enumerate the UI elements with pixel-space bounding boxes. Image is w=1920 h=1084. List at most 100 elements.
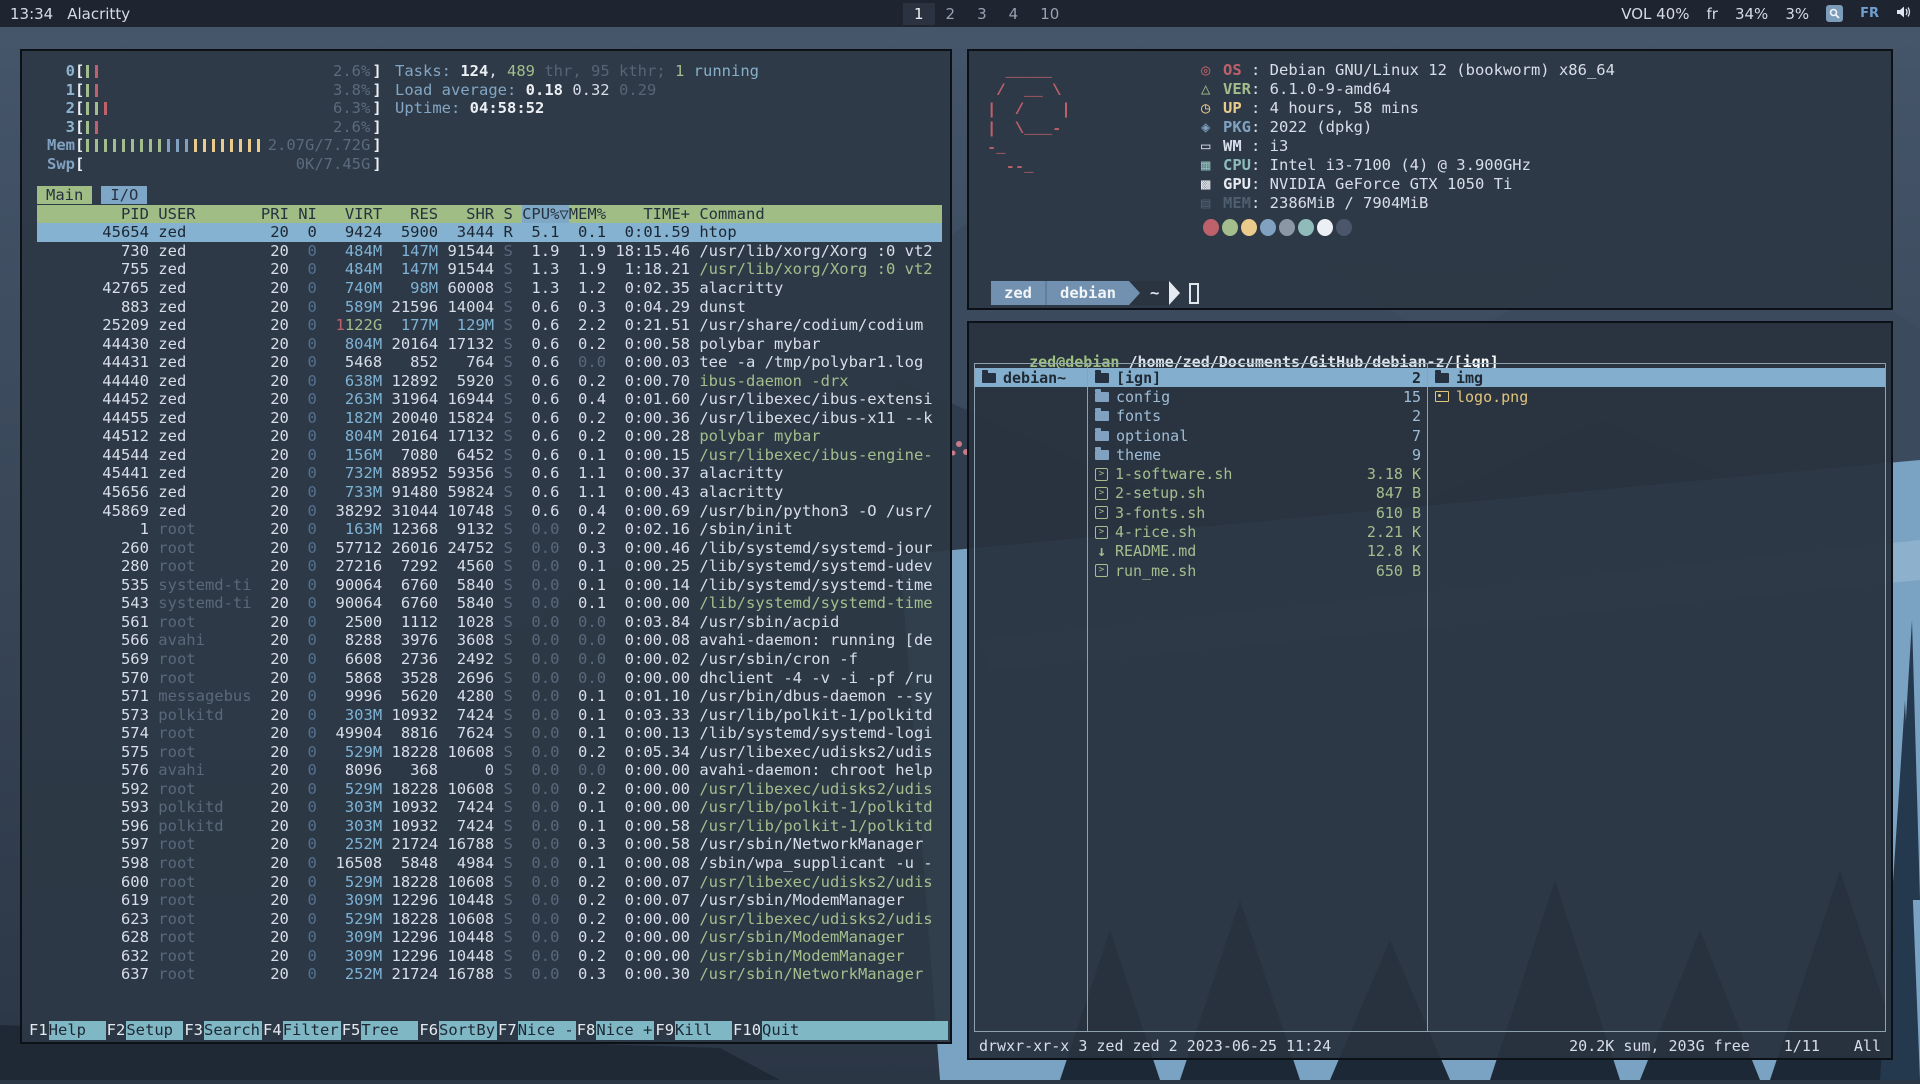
htop-screen-tabs[interactable]: Main I/O [37,186,944,205]
process-row-628[interactable]: 628 root 20 0 309M 12296 10448 S 0.0 0.2… [37,928,944,947]
process-row-593[interactable]: 593 polkitd 20 0 303M 10932 7424 S 0.0 0… [37,798,944,817]
load-average-line: Load average: 0.18 0.32 0.29 [395,81,759,100]
file-item-config[interactable]: config15 [1088,387,1427,406]
terminal-cursor[interactable] [1189,283,1199,304]
file-item-4-rice.sh[interactable]: >4-rice.sh2.21 K [1088,522,1427,541]
process-row-260[interactable]: 260 root 20 0 57712 26016 24752 S 0.0 0.… [37,539,944,558]
file-item-theme[interactable]: theme9 [1088,445,1427,464]
fkey-f3-search[interactable]: F3Search [183,1021,262,1040]
shell-prompt[interactable]: zed debian ~ [991,281,1199,305]
vifm-file-manager-window[interactable]: zed@debian /home/zed/Documents/GitHub/de… [967,321,1893,1060]
preview-pane[interactable]: imglogo.png [1428,364,1885,1031]
process-row-45656[interactable]: 45656 zed 20 0 733M 91480 59824 S 0.6 1.… [37,483,944,502]
process-row-575[interactable]: 575 root 20 0 529M 18228 10608 S 0.0 0.2… [37,743,944,762]
fkey-f10-quit[interactable]: F10Quit [732,1021,948,1040]
workspace-button-4[interactable]: 4 [998,3,1030,25]
file-item-logo.png[interactable]: logo.png [1428,387,1885,406]
fkey-f8-nice+[interactable]: F8Nice + [576,1021,655,1040]
process-row-571[interactable]: 571 messagebus 20 0 9996 5620 4280 S 0.0… [37,687,944,706]
tab-main[interactable]: Main [37,186,92,204]
function-key-bar[interactable]: F1HelpF2SetupF3SearchF4FilterF5TreeF6Sor… [24,1021,948,1040]
process-row-535[interactable]: 535 systemd-ti 20 0 90064 6760 5840 S 0.… [37,576,944,595]
vifm-status-bar: drwxr-xr-x 3 zed zed 2 2023-06-25 11:24 … [979,1037,1881,1055]
keyboard-layout-indicator[interactable]: FR [1860,6,1879,21]
process-row-45441[interactable]: 45441 zed 20 0 732M 88952 59356 S 0.6 1.… [37,464,944,483]
process-row-598[interactable]: 598 root 20 0 16508 5848 4984 S 0.0 0.1 … [37,854,944,873]
workspace-button-10[interactable]: 10 [1029,3,1070,25]
process-row-592[interactable]: 592 root 20 0 529M 18228 10608 S 0.0 0.2… [37,780,944,799]
process-row-44544[interactable]: 44544 zed 20 0 156M 7080 6452 S 0.6 0.1 … [37,446,944,465]
parent-directory-pane[interactable]: debian~ [975,364,1088,1031]
file-item-ign[interactable]: [ign]2 [1088,368,1427,387]
workspace-switcher[interactable]: 123410 [903,3,1070,25]
file-item-README.md[interactable]: ↓README.md12.8 K [1088,542,1427,561]
process-row-561[interactable]: 561 root 20 0 2500 1112 1028 S 0.0 0.0 0… [37,613,944,632]
process-row-570[interactable]: 570 root 20 0 5868 3528 2696 S 0.0 0.0 0… [37,669,944,688]
process-row-730[interactable]: 730 zed 20 0 484M 147M 91544 S 1.9 1.9 1… [37,242,944,261]
speaker-icon[interactable] [1896,5,1912,23]
process-row-573[interactable]: 573 polkitd 20 0 303M 10932 7424 S 0.0 0… [37,706,944,725]
vifm-panes: debian~ [ign]2config15fonts2optional7the… [974,363,1886,1032]
workspace-button-2[interactable]: 2 [935,3,967,25]
process-row-543[interactable]: 543 systemd-ti 20 0 90064 6760 5840 S 0.… [37,594,944,613]
fkey-f4-filter[interactable]: F4Filter [262,1021,341,1040]
kernel-icon: △ [1201,80,1223,98]
process-row-569[interactable]: 569 root 20 0 6608 2736 2492 S 0.0 0.0 0… [37,650,944,669]
process-row-600[interactable]: 600 root 20 0 529M 18228 10608 S 0.0 0.2… [37,873,944,892]
process-row-1[interactable]: 1 root 20 0 163M 12368 9132 S 0.0 0.2 0:… [37,520,944,539]
process-row-280[interactable]: 280 root 20 0 27216 7292 4560 S 0.0 0.1 … [37,557,944,576]
file-item-1-software.sh[interactable]: >1-software.sh3.18 K [1088,464,1427,483]
file-item-debian~[interactable]: debian~ [975,368,1087,387]
file-item-run_me.sh[interactable]: >run_me.sh650 B [1088,561,1427,580]
process-row-574[interactable]: 574 root 20 0 49904 8816 7624 S 0.0 0.1 … [37,724,944,743]
tab-io[interactable]: I/O [101,186,147,204]
process-row-44512[interactable]: 44512 zed 20 0 804M 20164 17132 S 0.6 0.… [37,427,944,446]
process-row-44440[interactable]: 44440 zed 20 0 638M 12892 5920 S 0.6 0.2… [37,372,944,391]
file-permissions: drwxr-xr-x 3 zed zed 2 2023-06-25 11:24 [979,1037,1331,1055]
file-item-optional[interactable]: optional7 [1088,426,1427,445]
process-row-25209[interactable]: 25209 zed 20 0 1122G 177M 129M S 0.6 2.2… [37,316,944,335]
process-table-header[interactable]: PID USER PRI NI VIRT RES SHR S CPU%▽MEM%… [37,205,942,224]
file-item-img[interactable]: img [1428,368,1885,387]
file-item-3-fonts.sh[interactable]: >3-fonts.sh610 B [1088,503,1427,522]
process-row-44452[interactable]: 44452 zed 20 0 263M 31964 16944 S 0.6 0.… [37,390,944,409]
process-table[interactable]: 45654 zed 20 0 9424 5900 3444 R 5.1 0.1 … [37,223,944,983]
terminal-color-palette [1203,219,1352,236]
fkey-f7-nice-[interactable]: F7Nice - [497,1021,576,1040]
tray-icon[interactable] [1826,5,1843,22]
fkey-f2-setup[interactable]: F2Setup [106,1021,184,1040]
process-row-44431[interactable]: 44431 zed 20 0 5468 852 764 S 0.6 0.0 0:… [37,353,944,372]
workspace-button-1[interactable]: 1 [903,3,935,25]
process-row-45869[interactable]: 45869 zed 20 0 38292 31044 10748 S 0.6 0… [37,502,944,521]
fetch-terminal-window[interactable]: _____ / __ \ | / | | \___- -_ --_ ◎OS : … [967,49,1893,310]
file-item-2-setup.sh[interactable]: >2-setup.sh847 B [1088,484,1427,503]
process-row-632[interactable]: 632 root 20 0 309M 12296 10448 S 0.0 0.2… [37,947,944,966]
htop-terminal-window[interactable]: 0[2.6%]1[3.8%]2[6.3%]3[2.6%]Mem[2.07G/7.… [20,49,952,1044]
gpu-icon: ▩ [1201,175,1223,193]
process-row-566[interactable]: 566 avahi 20 0 8288 3976 3608 S 0.0 0.0 … [37,631,944,650]
process-row-619[interactable]: 619 root 20 0 309M 12296 10448 S 0.0 0.2… [37,891,944,910]
process-row-597[interactable]: 597 root 20 0 252M 21724 16788 S 0.0 0.3… [37,835,944,854]
process-row-576[interactable]: 576 avahi 20 0 8096 368 0 S 0.0 0.0 0:00… [37,761,944,780]
workspace-button-3[interactable]: 3 [966,3,998,25]
filter-indicator: All [1854,1037,1881,1055]
current-directory-pane[interactable]: [ign]2config15fonts2optional7theme9>1-so… [1088,364,1428,1031]
file-item-fonts[interactable]: fonts2 [1088,407,1427,426]
process-row-45654[interactable]: 45654 zed 20 0 9424 5900 3444 R 5.1 0.1 … [37,223,942,242]
fkey-f5-tree[interactable]: F5Tree [341,1021,419,1040]
process-row-755[interactable]: 755 zed 20 0 484M 147M 91544 S 1.3 1.9 1… [37,260,944,279]
fkey-f9-kill[interactable]: F9Kill [654,1021,732,1040]
folder-icon [1095,411,1109,421]
file-position: 1/11 [1784,1037,1820,1055]
process-row-44430[interactable]: 44430 zed 20 0 804M 20164 17132 S 0.6 0.… [37,335,944,354]
process-row-42765[interactable]: 42765 zed 20 0 740M 98M 60008 S 1.3 1.2 … [37,279,944,298]
prompt-host-segment: debian [1045,281,1129,305]
process-row-44455[interactable]: 44455 zed 20 0 182M 20040 15824 S 0.6 0.… [37,409,944,428]
process-row-623[interactable]: 623 root 20 0 529M 18228 10608 S 0.0 0.2… [37,910,944,929]
os-icon: ◎ [1201,61,1223,79]
fkey-f6-sortby[interactable]: F6SortBy [418,1021,497,1040]
fkey-f1-help[interactable]: F1Help [28,1021,106,1040]
process-row-883[interactable]: 883 zed 20 0 589M 21596 14004 S 0.6 0.3 … [37,298,944,317]
process-row-596[interactable]: 596 polkitd 20 0 303M 10932 7424 S 0.0 0… [37,817,944,836]
process-row-637[interactable]: 637 root 20 0 252M 21724 16788 S 0.0 0.3… [37,965,944,984]
